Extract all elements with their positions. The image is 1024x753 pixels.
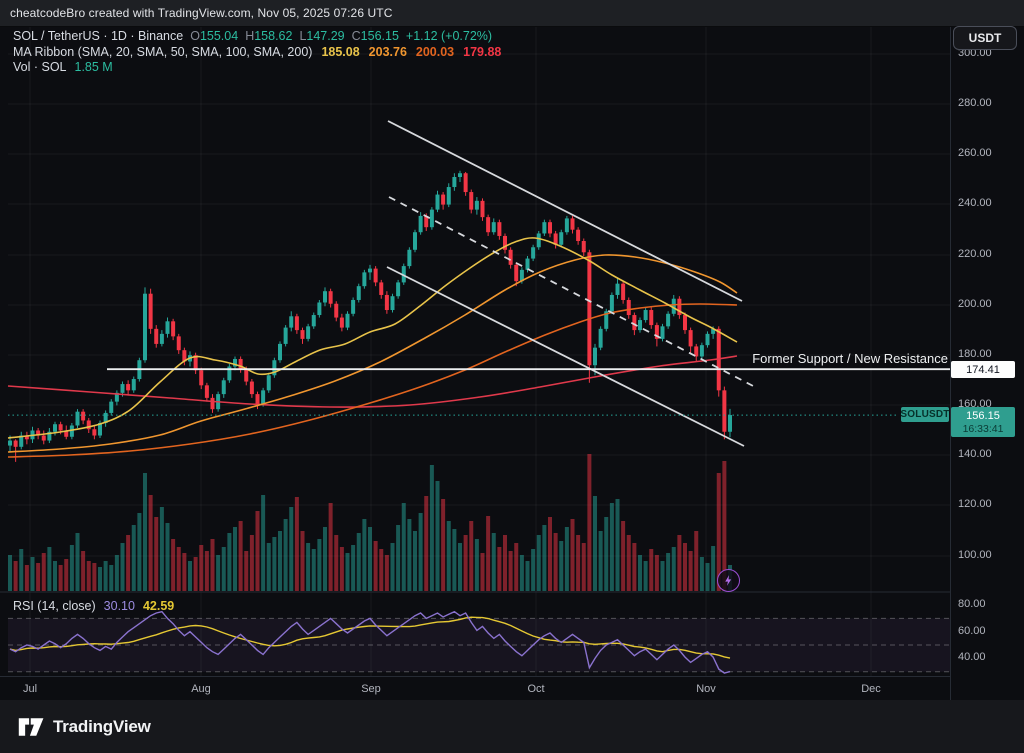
tradingview-logo-glyph — [18, 716, 45, 738]
time-axis-tick: Sep — [354, 683, 388, 695]
boost-lightning-icon[interactable] — [717, 569, 740, 592]
symbol-flag-label: SOLUSDT — [901, 407, 949, 422]
price-axis-tick: 180.00 — [958, 348, 992, 360]
sma200-value: 179.88 — [463, 45, 501, 59]
legend-block: SOL / TetherUS · 1D · Binance O155.04 H158… — [13, 29, 501, 76]
price-axis-tick: 40.00 — [958, 651, 986, 663]
volume-value: 1.85 M — [75, 60, 113, 74]
price-axis-tick: 200.00 — [958, 298, 992, 310]
rsi-title: RSI (14, close) — [13, 599, 96, 613]
price-axis-tick: 80.00 — [958, 598, 986, 610]
open-label: O — [190, 29, 200, 43]
last-price-value: 156.15 — [966, 409, 1000, 423]
close-label: C — [352, 29, 361, 43]
price-axis-tick: 100.00 — [958, 549, 992, 561]
sma100-value: 200.03 — [416, 45, 454, 59]
ma-ribbon-title: MA Ribbon (SMA, 20, SMA, 50, SMA, 100, S… — [13, 45, 312, 59]
price-axis-tick: 240.00 — [958, 197, 992, 209]
price-axis-tick: 120.00 — [958, 498, 992, 510]
sma50-value: 203.76 — [369, 45, 407, 59]
sma20-value: 185.08 — [321, 45, 359, 59]
rsi-legend-row[interactable]: RSI (14, close) 30.10 42.59 — [13, 599, 174, 613]
last-price-badge: 156.15 16:33:41 — [951, 407, 1015, 437]
time-axis[interactable]: Jul Aug Sep Oct Nov Dec — [0, 676, 950, 701]
price-axis-tick: 60.00 — [958, 625, 986, 637]
volume-legend-row[interactable]: Vol · SOL 1.85 M — [13, 60, 501, 76]
ma-ribbon-legend-row[interactable]: MA Ribbon (SMA, 20, SMA, 50, SMA, 100, S… — [13, 45, 501, 61]
rsi-ma-value: 42.59 — [143, 599, 174, 613]
lightning-bolt-glyph — [722, 574, 735, 587]
time-axis-tick: Dec — [854, 683, 888, 695]
price-axis-tick: 280.00 — [958, 97, 992, 109]
currency-toggle-button[interactable]: USDT — [953, 26, 1017, 50]
bar-countdown: 16:33:41 — [963, 423, 1004, 435]
symbol-title: SOL / TetherUS · 1D · Binance — [13, 29, 183, 43]
price-axis-tick: 260.00 — [958, 147, 992, 159]
tradingview-logo-icon[interactable] — [18, 716, 45, 738]
open-value: 155.04 — [200, 29, 238, 43]
time-axis-tick: Jul — [13, 683, 47, 695]
change-value: +1.12 (+0.72%) — [406, 29, 492, 43]
resistance-price-badge: 174.41 — [951, 361, 1015, 378]
resistance-annotation-text[interactable]: Former Support / New Resistance — [752, 351, 948, 366]
high-label: H — [245, 29, 254, 43]
low-value: 147.29 — [306, 29, 344, 43]
time-axis-tick: Oct — [519, 683, 553, 695]
tradingview-chart-screenshot: cheatcodeBro created with TradingView.co… — [0, 0, 1024, 753]
time-axis-tick: Aug — [184, 683, 218, 695]
volume-title: Vol · SOL — [13, 60, 67, 74]
symbol-legend-row[interactable]: SOL / TetherUS · 1D · Binance O155.04 H158… — [13, 29, 501, 45]
price-axis-tick: 220.00 — [958, 248, 992, 260]
price-axis-tick: 140.00 — [958, 448, 992, 460]
footer-bar: TradingView — [0, 700, 1024, 753]
rsi-value: 30.10 — [104, 599, 135, 613]
time-axis-tick: Nov — [689, 683, 723, 695]
high-value: 158.62 — [254, 29, 292, 43]
tradingview-logo-text[interactable]: TradingView — [53, 717, 151, 737]
close-value: 156.15 — [361, 29, 399, 43]
chart-canvas[interactable] — [0, 0, 1024, 753]
